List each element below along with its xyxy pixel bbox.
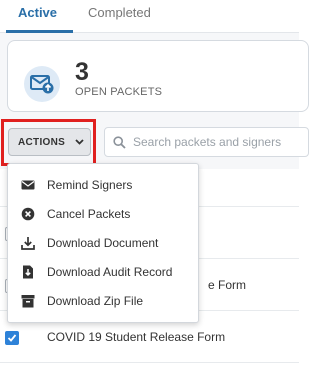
tab-completed[interactable]: Completed	[88, 5, 151, 20]
menu-item-label: Download Document	[47, 236, 159, 250]
menu-item-label: Remind Signers	[47, 178, 133, 192]
menu-item-download-zip-file[interactable]: Download Zip File	[8, 287, 198, 315]
search-input[interactable]	[133, 133, 303, 151]
menu-item-label: Cancel Packets	[47, 207, 131, 221]
menu-item-label: Download Zip File	[47, 294, 144, 308]
row-checkbox-checked[interactable]	[5, 331, 19, 345]
menu-item-remind-signers[interactable]: Remind Signers	[8, 171, 198, 199]
actions-highlight-box	[1, 119, 96, 166]
download-icon	[21, 237, 35, 250]
envelope-icon	[21, 180, 35, 190]
packet-title[interactable]: COVID 19 Student Release Form	[47, 330, 225, 344]
download-file-icon	[23, 265, 33, 279]
row-divider	[0, 362, 299, 363]
envelope-upload-icon	[24, 66, 60, 102]
summary-area	[0, 33, 309, 113]
menu-item-label: Download Audit Record	[47, 265, 173, 279]
open-packets-card	[7, 40, 309, 112]
menu-item-download-audit-record[interactable]: Download Audit Record	[8, 258, 198, 286]
checkmark-icon	[7, 334, 17, 342]
packet-title[interactable]: e Form	[208, 278, 246, 292]
menu-item-download-document[interactable]: Download Document	[8, 229, 198, 257]
open-packets-label: OPEN PACKETS	[75, 86, 163, 98]
archive-box-icon	[21, 295, 35, 308]
menu-item-cancel-packets[interactable]: Cancel Packets	[8, 200, 198, 228]
tab-active[interactable]: Active	[18, 5, 57, 20]
tab-bar: Active Completed	[0, 0, 299, 33]
open-packets-count: 3	[75, 58, 89, 86]
cancel-circle-icon	[21, 207, 35, 221]
search-field[interactable]	[104, 127, 309, 157]
search-icon	[113, 136, 126, 149]
actions-dropdown-menu: Remind Signers Cancel Packets Download D…	[7, 163, 199, 323]
